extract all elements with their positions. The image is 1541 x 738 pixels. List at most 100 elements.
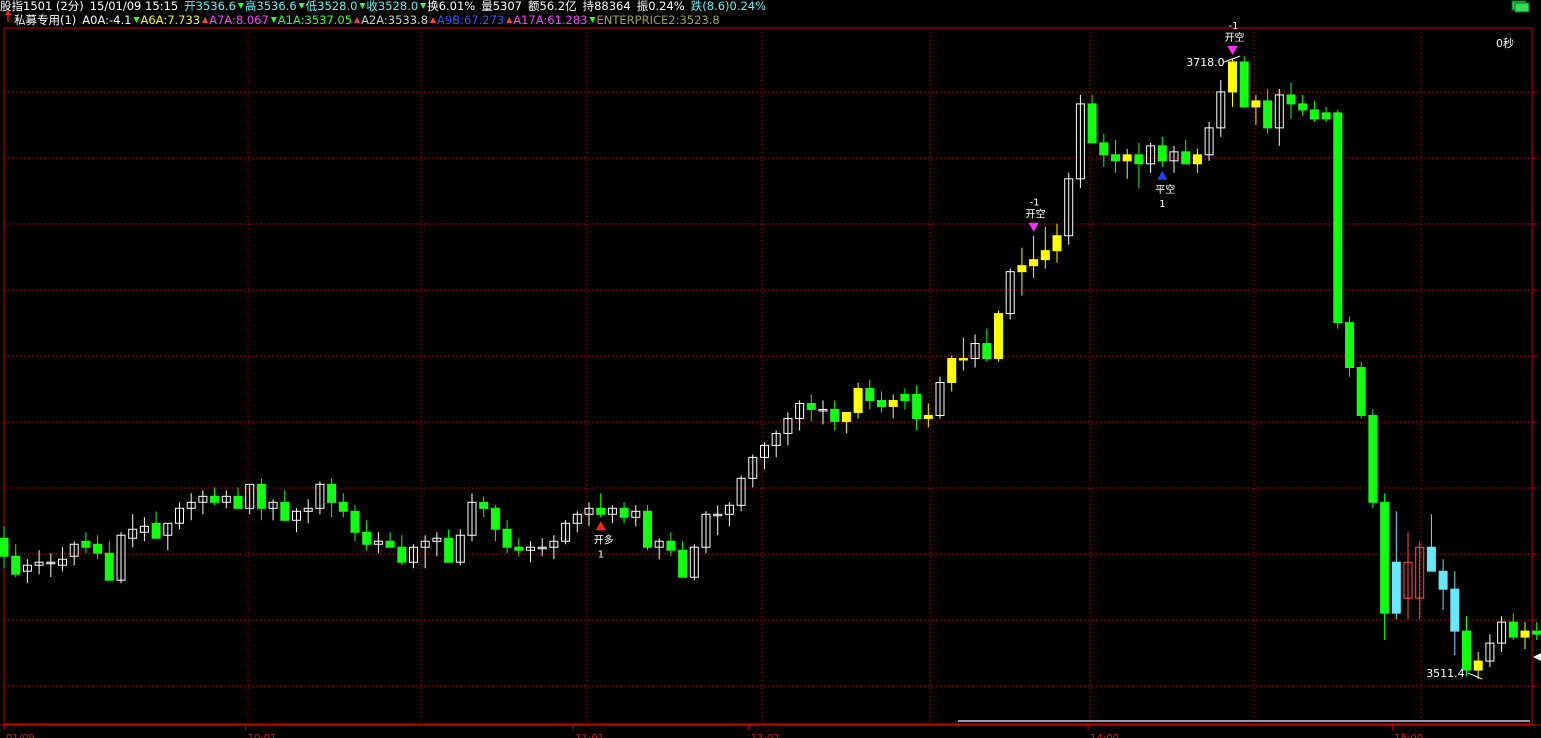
candle-body xyxy=(1040,250,1050,261)
header-arrow-icon xyxy=(506,17,513,23)
candle-body xyxy=(1134,154,1144,165)
candle-body xyxy=(350,510,360,533)
header-item-1: 15/01/09 15:15 xyxy=(90,0,178,13)
candle xyxy=(877,391,886,413)
candle xyxy=(631,505,641,527)
candle xyxy=(1274,88,1284,146)
candle-body xyxy=(1368,414,1378,503)
candle xyxy=(994,310,1003,362)
candle xyxy=(1122,148,1132,179)
candle xyxy=(1239,55,1249,108)
signal-3: 开空-1 xyxy=(1225,21,1245,55)
header-item-2: 开3536.6 xyxy=(184,0,236,13)
signal-1: 开空-1 xyxy=(1026,198,1046,232)
candle xyxy=(315,481,325,515)
candle xyxy=(666,532,676,557)
candle xyxy=(490,505,500,542)
timer-label: 0秒 xyxy=(1496,36,1514,50)
candle-body xyxy=(385,540,395,548)
candle-body xyxy=(1029,259,1039,267)
window-icon[interactable] xyxy=(1511,0,1530,13)
candle xyxy=(373,532,383,554)
candle-body xyxy=(877,399,886,407)
candle xyxy=(1228,58,1237,107)
candle xyxy=(689,544,699,581)
candle xyxy=(1356,361,1366,419)
candle-body xyxy=(982,343,992,360)
signal-sub: -1 xyxy=(1229,21,1239,32)
candle xyxy=(93,535,103,560)
candle xyxy=(970,334,980,368)
kline-chart[interactable]: 开多1开空-1平空1开空-1 3718.03511.4 01/0910:0111… xyxy=(0,0,1541,738)
candle-body xyxy=(93,543,103,554)
x-tick-label: 13:02 xyxy=(751,733,780,738)
x-tick-label: 11:01 xyxy=(575,733,604,738)
indicator-line: 私募专用(1) A0A:-4.1 A6A:7.733 A7A:8.067 A1A:353… xyxy=(5,10,720,27)
candle-body xyxy=(1532,630,1541,635)
candle xyxy=(982,328,992,362)
candle-body xyxy=(666,540,676,551)
candle-body xyxy=(1286,94,1296,105)
candle xyxy=(467,493,477,542)
candle-body xyxy=(1181,151,1191,165)
candle xyxy=(935,376,945,419)
candle-body xyxy=(841,411,851,422)
x-tick-label: 15:00 xyxy=(1394,733,1423,738)
candle-body xyxy=(1122,154,1132,162)
signals: 开多1开空-1平空1开空-1 xyxy=(594,21,1245,560)
header-arrow-icon xyxy=(420,3,427,9)
candle xyxy=(619,502,629,524)
signal-arrow-down-icon xyxy=(1227,45,1238,55)
candle xyxy=(11,544,21,578)
candle-body xyxy=(210,495,220,503)
header-item-3: A7A:8.067 xyxy=(209,13,269,27)
candle-body xyxy=(1356,367,1366,416)
candle xyxy=(1391,511,1401,620)
x-tick-label: 10:01 xyxy=(248,733,277,738)
candle-body xyxy=(362,531,372,545)
header-item-6: A9B:67.273 xyxy=(437,13,504,27)
candle xyxy=(1403,532,1413,620)
candle xyxy=(221,490,231,509)
candle xyxy=(210,487,220,506)
candle-body xyxy=(1087,103,1097,144)
x-tick-label: 01/09 xyxy=(6,733,35,738)
header-arrow-icon xyxy=(270,17,277,23)
candle-body xyxy=(1099,142,1109,156)
candle xyxy=(362,520,372,551)
candle xyxy=(654,538,664,560)
candle xyxy=(444,529,454,563)
candle-body xyxy=(280,501,290,521)
candle-body xyxy=(1192,154,1202,165)
candle xyxy=(760,442,769,470)
candle xyxy=(701,511,711,554)
signal-arrow-down-icon xyxy=(1028,222,1039,232)
candle xyxy=(116,532,126,584)
candle xyxy=(1368,409,1378,509)
candle-body xyxy=(1263,100,1273,129)
chart-svg[interactable]: 开多1开空-1平空1开空-1 3718.03511.4 01/0910:0111… xyxy=(0,0,1541,738)
candle xyxy=(128,514,138,548)
candle-body xyxy=(1298,103,1308,111)
signal-arrow-up-icon xyxy=(1157,170,1168,180)
candle-body xyxy=(256,483,266,509)
candle xyxy=(947,355,957,392)
signal-label: 平空 xyxy=(1155,183,1175,196)
candle xyxy=(783,412,793,446)
candle-body xyxy=(397,546,407,563)
candle xyxy=(561,520,571,545)
candle xyxy=(1040,226,1050,269)
candle-body xyxy=(1426,546,1436,572)
candle-body xyxy=(1462,630,1471,671)
candle-body xyxy=(947,358,957,383)
candle xyxy=(1333,109,1343,329)
candle xyxy=(1216,79,1226,137)
candle xyxy=(549,535,559,560)
candle xyxy=(1508,613,1518,641)
candle-body xyxy=(900,393,910,401)
candle xyxy=(397,535,407,566)
low-label: 3511.4 xyxy=(1426,667,1465,680)
candle xyxy=(420,535,430,569)
candle xyxy=(1029,235,1039,278)
candle xyxy=(22,559,32,584)
